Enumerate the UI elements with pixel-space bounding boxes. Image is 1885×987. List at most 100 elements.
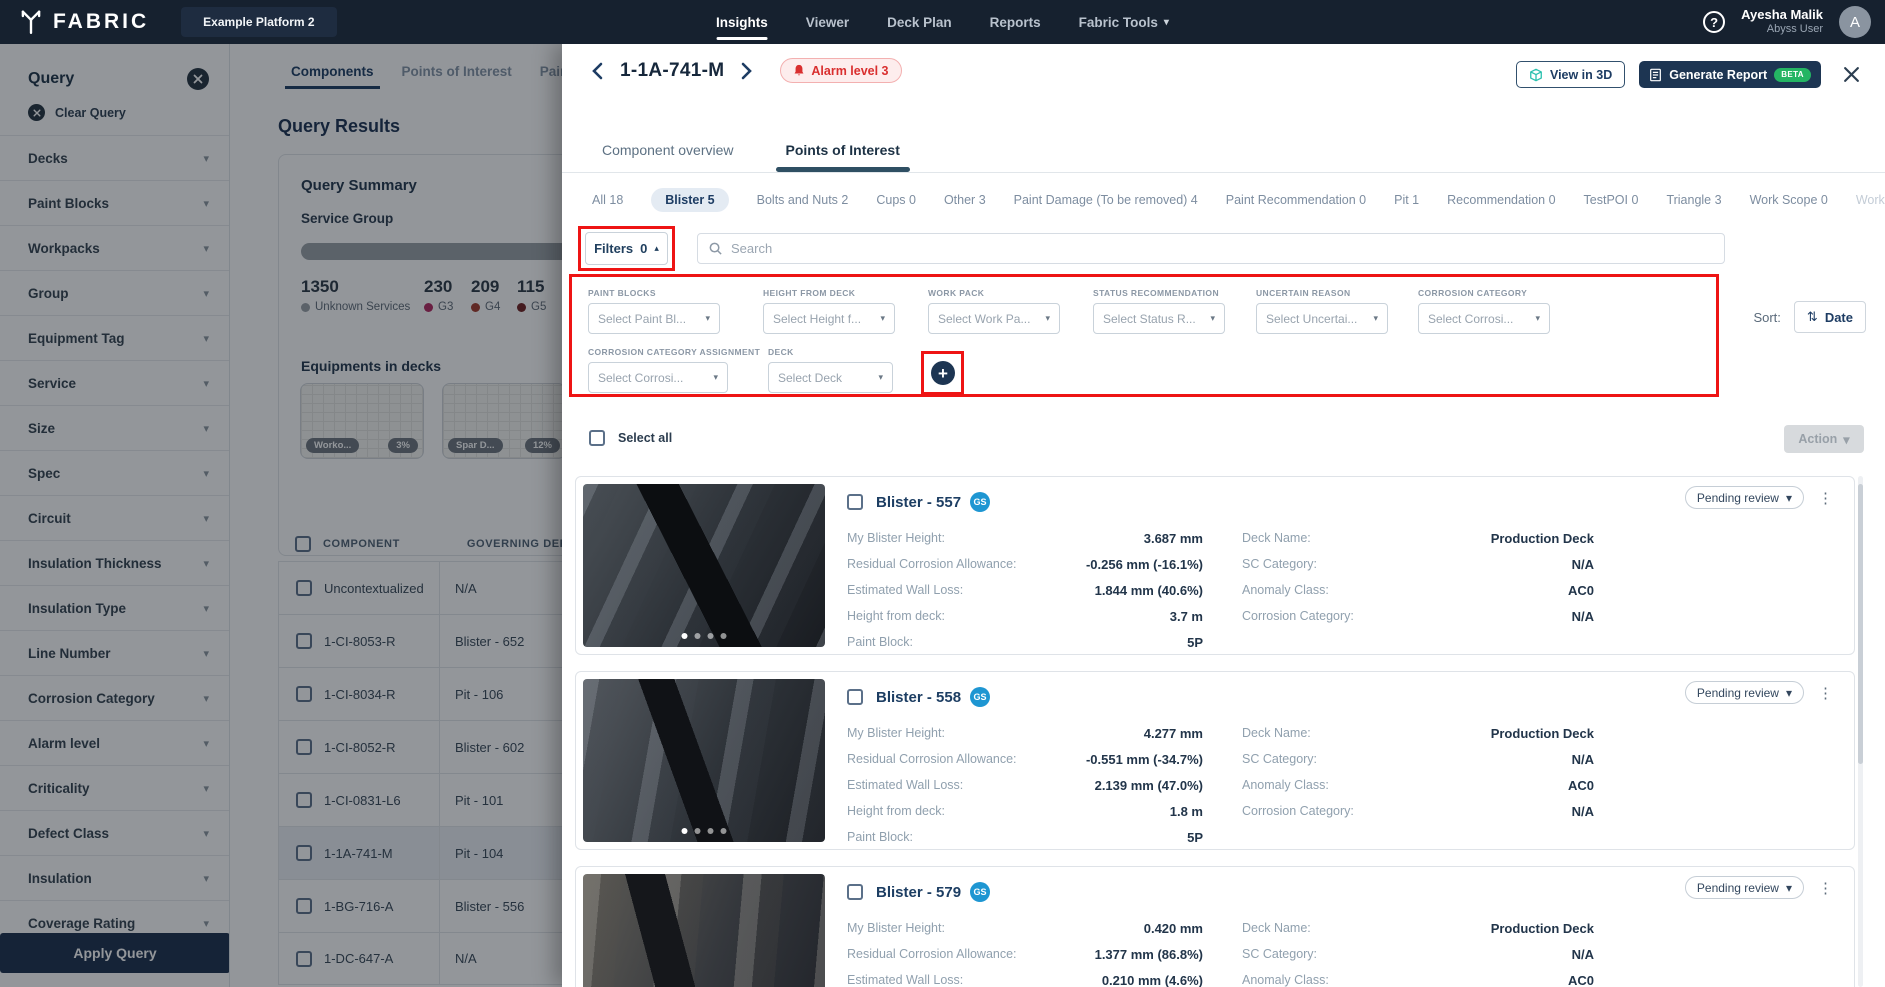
chip-paint-damage[interactable]: Paint Damage (To be removed) 4 xyxy=(1014,193,1198,207)
filter-paint-blocks: PAINT BLOCKS Select Paint Bl...▾ xyxy=(588,288,720,334)
chip-testpoi[interactable]: TestPOI 0 xyxy=(1584,193,1639,207)
field-label: Estimated Wall Loss: xyxy=(847,973,963,987)
search-bar[interactable] xyxy=(697,233,1725,264)
carousel-dots[interactable] xyxy=(682,828,727,834)
poi-photo[interactable] xyxy=(583,484,825,647)
filter-height-from-deck: HEIGHT FROM DECK Select Height f...▾ xyxy=(763,288,895,334)
nav-item-label: Fabric Tools xyxy=(1079,15,1158,30)
status-recommendation-select[interactable]: Select Status R...▾ xyxy=(1093,303,1225,334)
kebab-menu-icon[interactable]: ⋮ xyxy=(1818,489,1833,507)
field-value: -0.551 mm (-34.7%) xyxy=(1086,752,1203,767)
user-info[interactable]: Ayesha Malik Abyss User xyxy=(1741,8,1823,36)
nav-item-deck-plan[interactable]: Deck Plan xyxy=(887,0,952,44)
generate-report-button[interactable]: Generate Report BETA xyxy=(1639,61,1821,88)
field-value: 3.687 mm xyxy=(1144,531,1203,546)
carousel-dots[interactable] xyxy=(682,633,727,639)
field-label: Anomaly Class: xyxy=(1242,778,1329,792)
brand-name: FABRIC xyxy=(53,10,149,34)
card-checkbox[interactable] xyxy=(847,494,863,510)
avatar[interactable]: A xyxy=(1839,6,1871,38)
status-dropdown[interactable]: Pending review ▾ xyxy=(1685,486,1804,509)
chip-paint-recommendation[interactable]: Paint Recommendation 0 xyxy=(1226,193,1366,207)
chip-triangle[interactable]: Triangle 3 xyxy=(1666,193,1721,207)
status-dropdown[interactable]: Pending review ▾ xyxy=(1685,876,1804,899)
deck-select[interactable]: Select Deck▾ xyxy=(768,362,893,393)
chip-pit[interactable]: Pit 1 xyxy=(1394,193,1419,207)
select-value: Select Paint Bl... xyxy=(598,312,686,326)
chip-other[interactable]: Other 3 xyxy=(944,193,986,207)
search-input[interactable] xyxy=(731,241,1724,256)
sort-button[interactable]: ⇅ Date xyxy=(1794,301,1866,333)
select-value: Select Height f... xyxy=(773,312,861,326)
modal-backdrop xyxy=(0,44,562,987)
action-button-disabled[interactable]: Action ▾ xyxy=(1784,425,1864,453)
poi-card-blister-557[interactable]: Blister - 557 GS Pending review ▾ ⋮ My B… xyxy=(575,476,1855,655)
corrosion-category-select[interactable]: Select Corrosi...▾ xyxy=(1418,303,1550,334)
poi-card-blister-558[interactable]: Blister - 558 GS Pending review ▾ ⋮ My B… xyxy=(575,671,1855,850)
help-icon[interactable]: ? xyxy=(1703,11,1725,33)
tab-points-of-interest[interactable]: Points of Interest xyxy=(786,142,900,170)
close-panel-icon[interactable] xyxy=(1843,66,1860,83)
view-in-3d-label: View in 3D xyxy=(1550,68,1612,82)
kebab-menu-icon[interactable]: ⋮ xyxy=(1818,684,1833,702)
chevron-down-icon: ▾ xyxy=(880,313,885,324)
kebab-menu-icon[interactable]: ⋮ xyxy=(1818,879,1833,897)
poi-card-blister-579[interactable]: Blister - 579 GS Pending review ▾ ⋮ My B… xyxy=(575,866,1855,987)
paint-blocks-select[interactable]: Select Paint Bl...▾ xyxy=(588,303,720,334)
uncertain-reason-select[interactable]: Select Uncertai...▾ xyxy=(1256,303,1388,334)
filter-label: CORROSION CATEGORY xyxy=(1418,288,1550,298)
chip-work-scope[interactable]: Work Scope 0 xyxy=(1750,193,1828,207)
select-value: Select Work Pa... xyxy=(938,312,1030,326)
chevron-down-icon: ▾ xyxy=(713,372,718,383)
nav-item-reports[interactable]: Reports xyxy=(990,0,1041,44)
search-icon xyxy=(708,241,723,256)
previous-component-button[interactable] xyxy=(590,62,604,80)
nav-item-viewer[interactable]: Viewer xyxy=(806,0,849,44)
card-checkbox[interactable] xyxy=(847,884,863,900)
view-in-3d-button[interactable]: View in 3D xyxy=(1516,61,1625,88)
filter-corrosion-category: CORROSION CATEGORY Select Corrosi...▾ xyxy=(1418,288,1550,334)
corrosion-category-assignment-select[interactable]: Select Corrosi...▾ xyxy=(588,362,728,393)
add-filter-button[interactable]: + xyxy=(931,361,955,385)
platform-selector[interactable]: Example Platform 2 xyxy=(181,7,336,37)
sort-arrows-icon: ⇅ xyxy=(1807,309,1818,325)
gs-badge: GS xyxy=(970,492,990,512)
chip-work-clipped[interactable]: Work xyxy=(1856,193,1885,207)
chip-recommendation[interactable]: Recommendation 0 xyxy=(1447,193,1555,207)
nav-item-insights[interactable]: Insights xyxy=(716,0,768,44)
component-detail-panel: 1-1A-741-M Alarm level 3 View in 3D Gene… xyxy=(562,44,1885,987)
card-checkbox[interactable] xyxy=(847,689,863,705)
action-label: Action xyxy=(1798,432,1837,446)
status-dropdown[interactable]: Pending review ▾ xyxy=(1685,681,1804,704)
work-pack-select[interactable]: Select Work Pa...▾ xyxy=(928,303,1060,334)
next-component-button[interactable] xyxy=(740,62,754,80)
poi-photo[interactable] xyxy=(583,874,825,987)
filter-label: UNCERTAIN REASON xyxy=(1256,288,1388,298)
field-label: Estimated Wall Loss: xyxy=(847,778,963,792)
field-value: N/A xyxy=(1572,609,1594,624)
height-from-deck-select[interactable]: Select Height f... ▾ xyxy=(763,303,895,334)
field-value: Production Deck xyxy=(1491,726,1594,741)
filters-button[interactable]: Filters 0 ▴ xyxy=(585,232,668,265)
chevron-down-icon: ▾ xyxy=(1843,432,1849,447)
field-value: -0.256 mm (-16.1%) xyxy=(1086,557,1203,572)
poi-photo[interactable] xyxy=(583,679,825,842)
status-label: Pending review xyxy=(1697,491,1779,505)
field-label: Estimated Wall Loss: xyxy=(847,583,963,597)
filter-corrosion-category-assignment: CORROSION CATEGORY ASSIGNMENT Select Cor… xyxy=(588,347,728,393)
tab-component-overview[interactable]: Component overview xyxy=(602,142,734,170)
chip-cups[interactable]: Cups 0 xyxy=(876,193,916,207)
field-label: Height from deck: xyxy=(847,804,945,818)
field-label: Residual Corrosion Allowance: xyxy=(847,947,1017,961)
field-value: Production Deck xyxy=(1491,531,1594,546)
chip-blister[interactable]: Blister 5 xyxy=(651,188,728,212)
field-label: Deck Name: xyxy=(1242,531,1311,545)
select-value: Select Uncertai... xyxy=(1266,312,1357,326)
chip-bolts-and-nuts[interactable]: Bolts and Nuts 2 xyxy=(757,193,849,207)
field-label: Residual Corrosion Allowance: xyxy=(847,557,1017,571)
chip-all[interactable]: All 18 xyxy=(592,193,623,207)
poi-type-filter-chips: All 18 Blister 5 Bolts and Nuts 2 Cups 0… xyxy=(592,188,1885,212)
scrollbar[interactable] xyxy=(1858,476,1863,987)
nav-item-fabric-tools[interactable]: Fabric Tools ▾ xyxy=(1079,0,1169,44)
select-all-checkbox[interactable] xyxy=(589,430,605,446)
